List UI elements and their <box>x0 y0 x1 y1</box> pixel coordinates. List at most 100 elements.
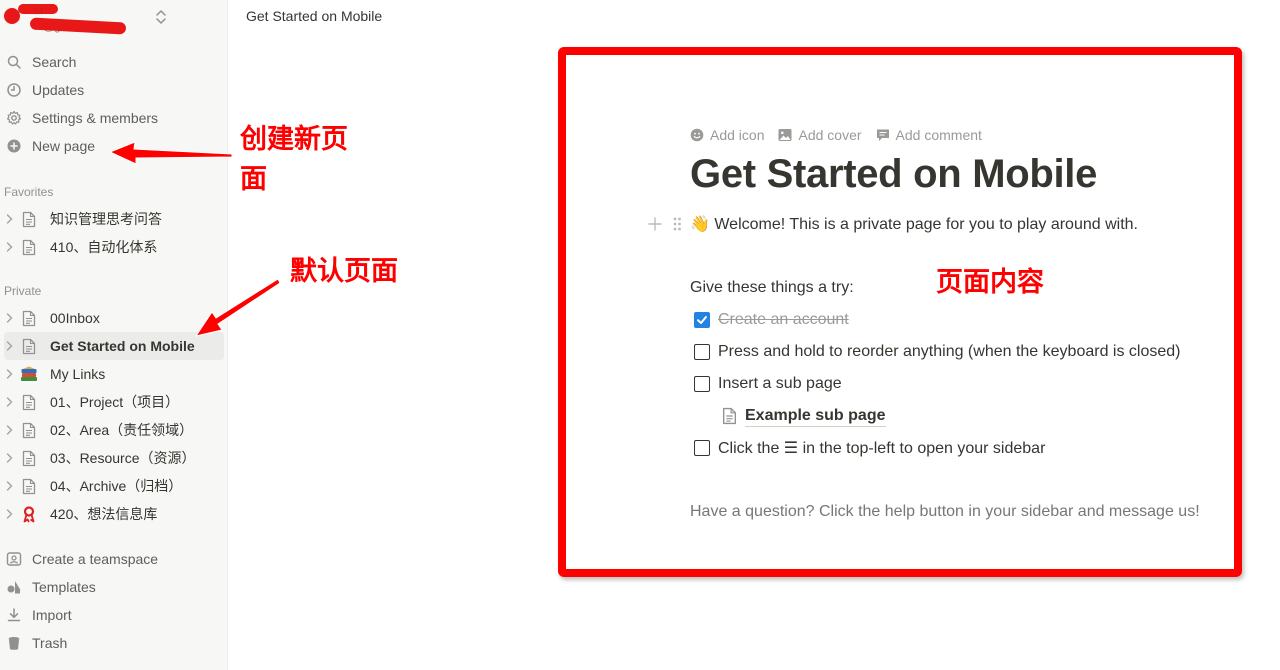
drag-handle-icon[interactable] <box>668 214 686 234</box>
add-icon-label: Add icon <box>710 127 765 143</box>
checkbox[interactable] <box>694 440 710 456</box>
private-item-get-started[interactable]: Get Started on Mobile <box>4 332 224 360</box>
image-icon <box>778 129 792 141</box>
books-icon <box>18 363 40 385</box>
sidebar-updates[interactable]: Updates <box>4 76 224 104</box>
chevron-right-icon[interactable] <box>4 233 14 261</box>
favorite-item-automation[interactable]: 410、自动化体系 <box>4 233 224 261</box>
todo-item[interactable]: Create an account <box>694 308 849 332</box>
sidebar-new-page-label: New page <box>32 138 96 154</box>
chevron-right-icon[interactable] <box>4 332 14 360</box>
help-text[interactable]: Have a question? Click the help button i… <box>690 503 1200 521</box>
private-item-archive[interactable]: 04、Archive（归档） <box>4 472 224 500</box>
workspace-name: M <box>34 6 44 18</box>
add-block-icon[interactable] <box>646 214 664 234</box>
page-icon <box>18 307 40 329</box>
sidebar-import-label: Import <box>32 607 72 623</box>
private-item-inbox[interactable]: 00Inbox <box>4 304 224 332</box>
private-item-my-links[interactable]: My Links <box>4 360 224 388</box>
page-title[interactable]: Get Started on Mobile <box>690 152 1097 197</box>
private-item-label: 02、Area（责任领域） <box>50 422 194 438</box>
page-icon <box>18 236 40 258</box>
ribbon-icon <box>18 503 40 525</box>
add-icon-button[interactable]: Add icon <box>690 127 764 143</box>
private-item-label: 01、Project（项目） <box>50 394 180 410</box>
chevron-right-icon[interactable] <box>4 388 14 416</box>
page-icon <box>18 208 40 230</box>
private-item-label: 00Inbox <box>50 310 100 326</box>
checkbox[interactable] <box>694 376 710 392</box>
gear-icon <box>4 108 24 128</box>
private-item-label: Get Started on Mobile <box>50 338 195 354</box>
sidebar-search-label: Search <box>32 54 77 70</box>
annotation-new-page-line2: 面 <box>240 164 267 195</box>
trash-icon <box>4 633 24 653</box>
subpage-label: Example sub page <box>745 406 886 427</box>
add-cover-label: Add cover <box>798 127 862 143</box>
try-heading[interactable]: Give these things a try: <box>690 279 854 297</box>
chevron-right-icon[interactable] <box>4 444 14 472</box>
clock-icon <box>4 80 24 100</box>
favorites-section-label: Favorites <box>4 185 54 199</box>
subpage-link[interactable]: Example sub page <box>722 405 886 427</box>
teamspace-icon <box>4 549 24 569</box>
chevron-right-icon[interactable] <box>4 472 14 500</box>
page-icon <box>18 475 40 497</box>
private-item-label: 03、Resource（资源） <box>50 450 196 466</box>
private-item-project[interactable]: 01、Project（项目） <box>4 388 224 416</box>
page-icon <box>722 407 737 425</box>
favorite-item-label: 410、自动化体系 <box>50 239 158 255</box>
page-icon <box>18 419 40 441</box>
annotation-default-page: 默认页面 <box>290 256 398 287</box>
sidebar-settings-label: Settings & members <box>32 110 159 126</box>
todo-label: Create an account <box>718 311 849 328</box>
favorite-item-label: 知识管理思考问答 <box>50 211 162 227</box>
chevron-right-icon[interactable] <box>4 500 14 528</box>
checkbox[interactable] <box>694 344 710 360</box>
sidebar-import[interactable]: Import <box>4 601 224 629</box>
favorite-item-knowledge[interactable]: 知识管理思考问答 <box>4 205 224 233</box>
checkbox-checked[interactable] <box>694 312 710 328</box>
todo-label: Click the ☰ in the top-left to open your… <box>718 440 1046 457</box>
sidebar-templates[interactable]: Templates <box>4 573 224 601</box>
templates-icon <box>4 577 24 597</box>
todo-label: Insert a sub page <box>718 375 842 392</box>
sidebar-settings[interactable]: Settings & members <box>4 104 224 132</box>
comment-icon <box>876 129 889 141</box>
workspace-switcher[interactable]: M ...@g... <box>0 0 228 44</box>
todo-label: Press and hold to reorder anything (when… <box>718 343 1181 360</box>
todo-item[interactable]: Click the ☰ in the top-left to open your… <box>694 436 1045 460</box>
sidebar-trash-label: Trash <box>32 635 68 651</box>
private-item-area[interactable]: 02、Area（责任领域） <box>4 416 224 444</box>
sidebar-create-teamspace-label: Create a teamspace <box>32 551 159 567</box>
page-icon <box>18 447 40 469</box>
sidebar-updates-label: Updates <box>32 82 85 98</box>
private-item-label: 420、想法信息库 <box>50 506 158 522</box>
add-cover-button[interactable]: Add cover <box>778 127 862 143</box>
sidebar-new-page[interactable]: New page <box>4 132 224 160</box>
chevron-right-icon[interactable] <box>4 416 14 444</box>
welcome-text[interactable]: 👋 Welcome! This is a private page for yo… <box>690 214 1138 234</box>
private-item-ideas[interactable]: 420、想法信息库 <box>4 500 224 528</box>
sidebar-trash[interactable]: Trash <box>4 629 224 657</box>
plus-circle-icon <box>4 136 24 156</box>
add-comment-label: Add comment <box>895 127 982 143</box>
todo-item[interactable]: Insert a sub page <box>694 372 842 396</box>
chevron-right-icon[interactable] <box>4 304 14 332</box>
annotation-page-content: 页面内容 <box>936 267 1044 298</box>
page-hover-actions: Add icon Add cover Add comment <box>690 124 996 146</box>
sidebar-search[interactable]: Search <box>4 48 224 76</box>
sidebar-create-teamspace[interactable]: Create a teamspace <box>4 545 224 573</box>
chevron-right-icon[interactable] <box>4 205 14 233</box>
annotation-new-page-line1: 创建新页 <box>240 124 348 155</box>
private-section-label: Private <box>4 284 42 298</box>
private-item-resource[interactable]: 03、Resource（资源） <box>4 444 224 472</box>
sidebar: M ...@g... Search Updates Settings & mem… <box>0 0 228 670</box>
breadcrumb[interactable]: Get Started on Mobile <box>246 8 382 24</box>
smiley-icon <box>690 128 704 142</box>
chevron-right-icon[interactable] <box>4 360 14 388</box>
add-comment-button[interactable]: Add comment <box>876 127 982 143</box>
todo-item[interactable]: Press and hold to reorder anything (when… <box>694 340 1180 364</box>
private-item-label: 04、Archive（归档） <box>50 478 183 494</box>
page-icon <box>18 335 40 357</box>
